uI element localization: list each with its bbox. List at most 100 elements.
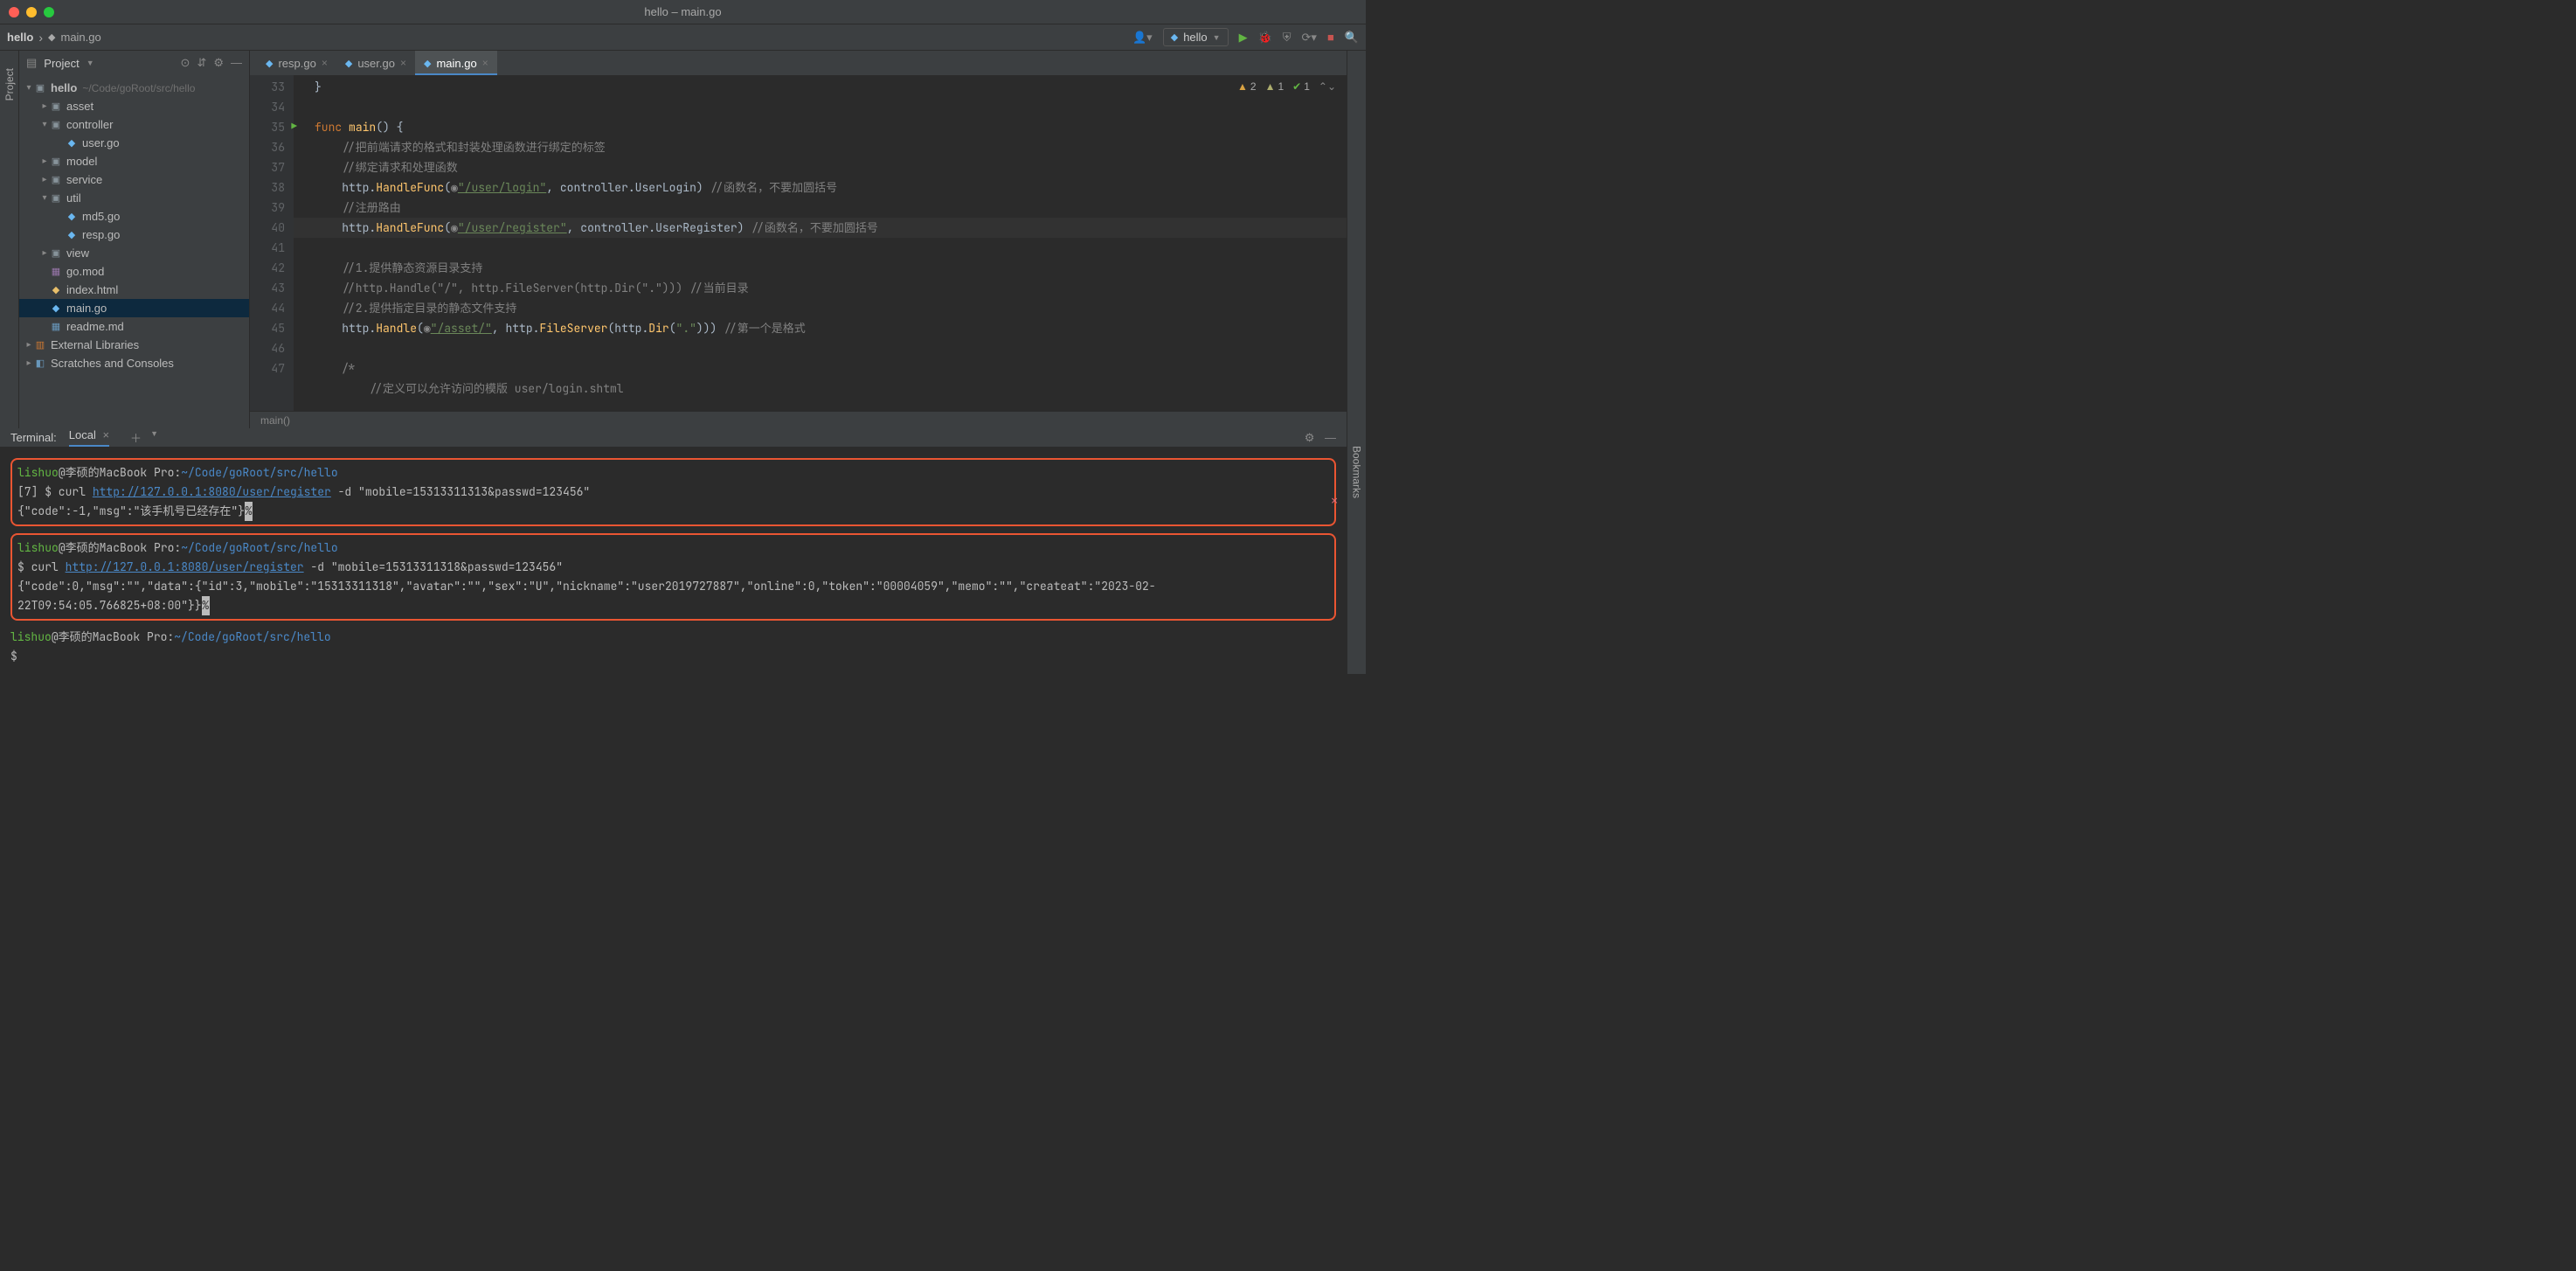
chevron-right-icon[interactable]: ▸ [40,248,49,258]
term-url[interactable]: http://127.0.0.1:8080/user/register [93,484,331,499]
chevron-right-icon[interactable]: ▸ [40,101,49,111]
term-text: $ curl [17,559,66,574]
chevron-right-icon[interactable]: ▸ [24,340,33,350]
tree-file-main-go[interactable]: ◆ main.go [19,299,249,317]
project-tree[interactable]: ▾ ▣ hello ~/Code/goRoot/src/hello ▸ ▣ as… [19,75,249,428]
window-maximize-button[interactable] [44,7,54,17]
cursor-icon: % [245,502,253,521]
close-icon[interactable]: × [482,57,488,69]
folder-icon: ▣ [49,119,63,130]
inspection-summary[interactable]: ▲2 ▲1 ✔1 ⌃⌄ [1237,80,1336,93]
settings-icon[interactable]: ⚙ [213,56,224,70]
term-url[interactable]: http://127.0.0.1:8080/user/register [66,559,304,574]
tree-label: model [66,155,97,168]
hide-icon[interactable]: — [231,56,242,70]
chevron-down-icon[interactable]: ▼ [150,429,158,446]
tree-folder-view[interactable]: ▸ ▣ view [19,244,249,262]
go-file-icon: ◆ [345,58,352,69]
go-mod-icon: ▦ [49,266,63,277]
chevron-right-icon[interactable]: ▸ [40,175,49,184]
run-config-selector[interactable]: ◆ hello ▼ [1163,28,1229,46]
tree-label: main.go [66,302,107,315]
run-gutter-icon[interactable]: ▶ [291,117,297,137]
tree-label: Scratches and Consoles [51,357,174,370]
window-title: hello – main.go [644,5,721,18]
tree-scratches[interactable]: ▸ ◧ Scratches and Consoles [19,354,249,372]
tree-file-index-html[interactable]: ◆ index.html [19,281,249,299]
add-terminal-icon[interactable]: ＋ [130,429,142,446]
profiler-button[interactable]: ⟳▾ [1302,31,1317,45]
traffic-lights [9,7,54,17]
editor-breadcrumb[interactable]: main() [250,411,1347,428]
run-button[interactable]: ▶ [1239,31,1248,45]
terminal-header: Terminal: Local × ＋ ▼ ⚙ — [0,428,1347,448]
project-tool-tab[interactable]: Project [3,68,16,101]
tab-resp-go[interactable]: ◆ resp.go × [257,51,336,75]
right-tool-stripe [1347,51,1366,428]
breadcrumb[interactable]: hello › ◆ main.go [7,31,101,45]
search-button[interactable]: 🔍 [1345,31,1359,45]
terminal-title: Terminal: [10,431,57,444]
term-host: @李硕的MacBook Pro [59,465,175,480]
chevron-down-icon[interactable]: ▾ [24,83,33,93]
chevron-right-icon[interactable]: ▸ [40,156,49,166]
tree-label: md5.go [82,210,120,223]
term-user: lishuo [10,629,52,644]
chevron-up-down-icon[interactable]: ⌃⌄ [1319,80,1336,93]
chevron-down-icon[interactable]: ▾ [40,193,49,203]
term-text: [7] $ curl [17,484,93,499]
left-tool-stripe: Project [0,51,19,428]
tree-file-md5-go[interactable]: ◆ md5.go [19,207,249,226]
chevron-right-icon[interactable]: ▸ [24,358,33,368]
window-titlebar: hello – main.go [0,0,1366,24]
debug-button[interactable]: 🐞 [1258,31,1272,45]
terminal-block-1: lishuo@李硕的MacBook Pro:~/Code/goRoot/src/… [10,458,1336,526]
tree-root[interactable]: ▾ ▣ hello ~/Code/goRoot/src/hello [19,79,249,97]
tree-label: user.go [82,136,120,149]
breadcrumb-root[interactable]: hello [7,31,33,44]
hide-icon[interactable]: — [1325,431,1336,444]
editor-gutter[interactable]: 33 34 35▶ 36 37 38 39 40 41 42 43 44 45 … [250,75,294,411]
coverage-button[interactable]: ⛨ [1283,31,1291,45]
view-mode-icon[interactable]: ▤ [26,56,37,70]
chevron-down-icon[interactable]: ▼ [87,59,94,67]
tree-external-libraries[interactable]: ▸ ▥ External Libraries [19,336,249,354]
chevron-down-icon: ▼ [1213,33,1221,42]
bookmarks-tool-tab[interactable]: Bookmarks [1351,446,1363,498]
tree-file-user-go[interactable]: ◆ user.go [19,134,249,152]
close-icon[interactable]: × [322,57,328,69]
tree-folder-controller[interactable]: ▾ ▣ controller [19,115,249,134]
chevron-down-icon[interactable]: ▾ [40,120,49,129]
terminal-tab-local[interactable]: Local × [69,428,109,447]
window-close-button[interactable] [9,7,19,17]
tree-file-readme[interactable]: ▦ readme.md [19,317,249,336]
tree-folder-util[interactable]: ▾ ▣ util [19,189,249,207]
tree-label: hello [51,81,77,94]
tree-file-go-mod[interactable]: ▦ go.mod [19,262,249,281]
term-host: @李硕的MacBook Pro [52,629,168,644]
settings-icon[interactable]: ⚙ [1305,431,1315,444]
tree-folder-model[interactable]: ▸ ▣ model [19,152,249,170]
tree-file-resp-go[interactable]: ◆ resp.go [19,226,249,244]
window-minimize-button[interactable] [26,7,37,17]
terminal-body[interactable]: lishuo@李硕的MacBook Pro:~/Code/goRoot/src/… [0,448,1347,677]
cursor-icon: % [202,596,210,615]
stop-button[interactable]: ■ [1327,31,1334,44]
tab-user-go[interactable]: ◆ user.go × [336,51,415,75]
project-title[interactable]: Project [44,57,79,70]
select-opened-icon[interactable]: ⊙ [181,56,190,70]
go-file-icon: ◆ [48,31,55,43]
close-icon[interactable]: × [102,428,109,441]
tree-folder-asset[interactable]: ▸ ▣ asset [19,97,249,115]
tree-folder-service[interactable]: ▸ ▣ service [19,170,249,189]
editor[interactable]: ▲2 ▲1 ✔1 ⌃⌄ 33 34 35▶ 36 37 38 39 40 41 … [250,75,1347,411]
tree-label: External Libraries [51,338,139,351]
terminal-tab-label: Local [69,428,96,441]
code-area[interactable]: } func main() { //把前端请求的格式和封装处理函数进行绑定的标签… [294,75,1347,411]
close-icon[interactable]: × [400,57,406,69]
breadcrumb-file[interactable]: main.go [60,31,100,44]
expand-all-icon[interactable]: ⇵ [197,56,206,70]
warning-icon: ▲ [1237,80,1248,93]
user-dropdown-icon[interactable]: 👤▾ [1132,31,1153,45]
tab-main-go[interactable]: ◆ main.go × [415,51,497,75]
